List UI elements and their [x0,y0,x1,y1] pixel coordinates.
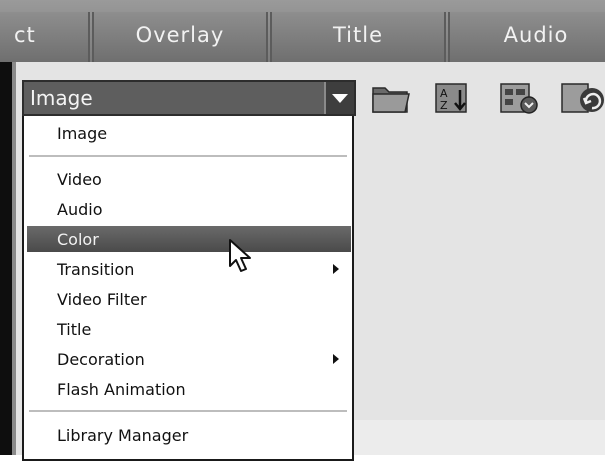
view-options-icon[interactable] [498,80,540,116]
menu-item-label: Decoration [57,349,145,369]
menu-item-transition[interactable]: Transition [27,256,351,282]
tab-bar: ct Overlay Title Audio [0,0,605,62]
menu-item-audio[interactable]: Audio [27,196,351,222]
menu-item-color[interactable]: Color [27,226,351,252]
tab-effect[interactable]: ct [0,12,90,62]
menu-item-decoration[interactable]: Decoration [27,346,351,372]
panel-border-inner [12,62,16,455]
panel-border [0,62,12,455]
tab-audio[interactable]: Audio [448,12,605,62]
menu-item-label: Audio [57,199,103,219]
svg-text:Z: Z [440,99,448,112]
menu-item-title[interactable]: Title [27,316,351,342]
menu-item-label: Video [57,169,102,189]
dropdown-menu: Image Video Audio Color Transition Video… [22,116,354,461]
folder-open-icon[interactable] [370,80,412,116]
sort-az-icon[interactable]: A Z [434,80,474,116]
tab-overlay-label: Overlay [135,23,225,47]
menu-item-image[interactable]: Image [27,120,351,146]
menu-item-label: Library Manager [57,425,189,445]
submenu-arrow-icon [333,264,339,274]
menu-item-label: Image [57,123,108,143]
menu-item-label: Video Filter [57,289,147,309]
menu-item-label: Transition [57,259,135,279]
panel-footer [350,420,605,455]
dropdown-toggle-button[interactable] [324,82,354,114]
tab-title[interactable]: Title [270,12,446,62]
tab-overlay[interactable]: Overlay [92,12,268,62]
tab-effect-label: ct [14,23,36,47]
menu-separator [29,410,347,412]
refresh-icon[interactable] [560,80,605,116]
menu-item-label: Flash Animation [57,379,186,399]
menu-item-library-manager[interactable]: Library Manager [27,422,351,448]
menu-separator [29,155,347,157]
tab-title-label: Title [332,23,383,47]
menu-item-flash-animation[interactable]: Flash Animation [27,376,351,402]
menu-item-label: Title [57,319,92,339]
menu-item-label: Color [57,229,99,249]
tab-audio-label: Audio [503,23,569,47]
chevron-down-icon [332,93,348,103]
dropdown-selected-value: Image [30,86,93,110]
submenu-arrow-icon [333,354,339,364]
menu-item-video[interactable]: Video [27,166,351,192]
mouse-pointer-icon [229,239,251,272]
library-category-dropdown[interactable]: Image [22,80,356,116]
menu-item-video-filter[interactable]: Video Filter [27,286,351,312]
